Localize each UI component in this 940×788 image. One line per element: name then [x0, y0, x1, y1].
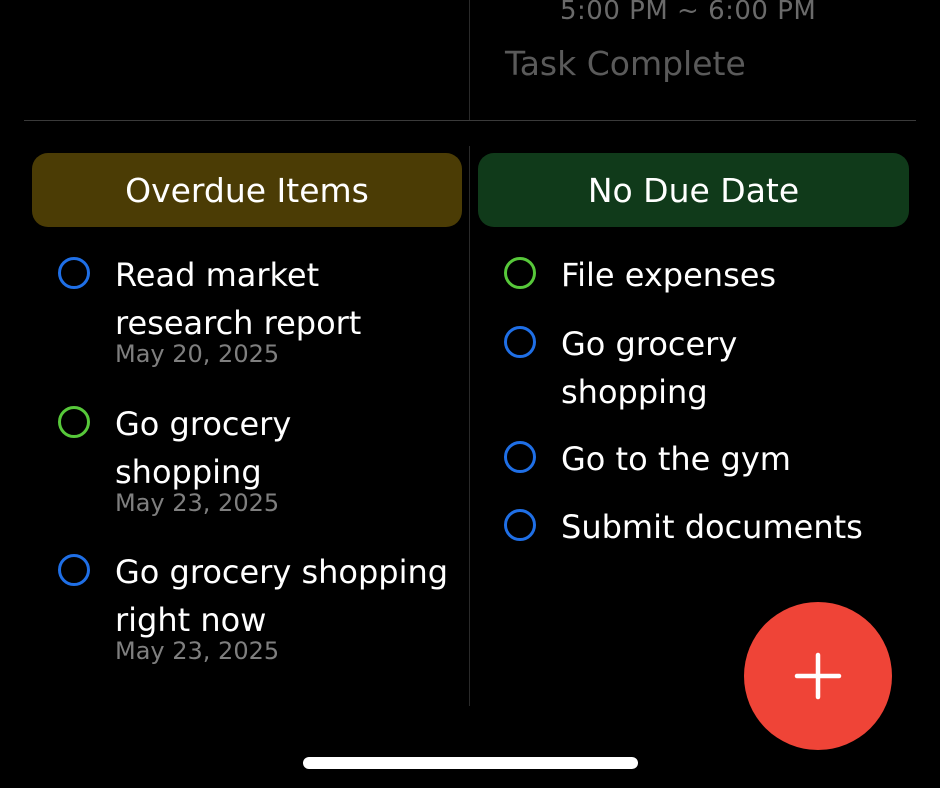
task-text: Read market research report May 20, 2025 — [115, 251, 435, 367]
task-checkbox[interactable] — [58, 406, 90, 438]
task-title: Go grocery shopping — [561, 325, 738, 411]
task-checkbox[interactable] — [58, 257, 90, 289]
task-status: Task Complete — [505, 44, 746, 83]
task-text: Go to the gym — [561, 435, 901, 483]
column-divider — [469, 146, 470, 706]
previous-task-card[interactable]: 5:00 PM ~ 6:00 PM Task Complete — [0, 0, 940, 121]
plus-icon — [794, 652, 842, 700]
task-item[interactable]: Go grocery shopping right now May 23, 20… — [58, 548, 455, 664]
task-date: May 20, 2025 — [115, 340, 280, 368]
task-title: Submit documents — [561, 508, 863, 546]
no-due-header-label: No Due Date — [587, 170, 800, 210]
task-title: Go grocery shopping right now — [115, 553, 449, 639]
task-date: May 23, 2025 — [115, 489, 280, 517]
home-indicator[interactable] — [303, 757, 638, 769]
overdue-header-label: Overdue Items — [125, 170, 369, 210]
task-time-range: 5:00 PM ~ 6:00 PM — [560, 0, 817, 26]
no-due-column: No Due Date File expenses Go grocery sho… — [478, 153, 909, 546]
task-item[interactable]: Go to the gym — [504, 435, 901, 483]
task-title: Go grocery shopping — [115, 405, 292, 491]
task-title: Go to the gym — [561, 440, 791, 478]
no-due-header[interactable]: No Due Date — [478, 153, 909, 227]
task-checkbox[interactable] — [504, 509, 536, 541]
task-checkbox[interactable] — [504, 257, 536, 289]
screen: 5:00 PM ~ 6:00 PM Task Complete Overdue … — [0, 0, 940, 788]
task-text: Go grocery shopping right now May 23, 20… — [115, 548, 455, 664]
task-checkbox[interactable] — [504, 441, 536, 473]
task-item[interactable]: Submit documents — [504, 503, 901, 551]
task-item[interactable]: Go grocery shopping May 23, 2025 — [58, 400, 435, 516]
task-text: Submit documents — [561, 503, 901, 551]
task-checkbox[interactable] — [58, 554, 90, 586]
task-title: File expenses — [561, 256, 777, 294]
task-checkbox[interactable] — [504, 326, 536, 358]
overdue-header[interactable]: Overdue Items — [32, 153, 462, 227]
task-item[interactable]: File expenses — [504, 251, 901, 299]
task-text: Go grocery shopping — [561, 320, 821, 416]
task-title: Read market research report — [115, 256, 362, 342]
task-item[interactable]: Read market research report May 20, 2025 — [58, 251, 435, 367]
task-text: Go grocery shopping May 23, 2025 — [115, 400, 435, 516]
task-item[interactable]: Go grocery shopping — [504, 320, 821, 416]
overdue-column: Overdue Items Read market research repor… — [32, 153, 462, 664]
add-task-button[interactable] — [744, 602, 892, 750]
task-date: May 23, 2025 — [115, 637, 280, 665]
section-divider — [24, 120, 916, 121]
task-text: File expenses — [561, 251, 901, 299]
column-divider-top — [469, 0, 470, 121]
